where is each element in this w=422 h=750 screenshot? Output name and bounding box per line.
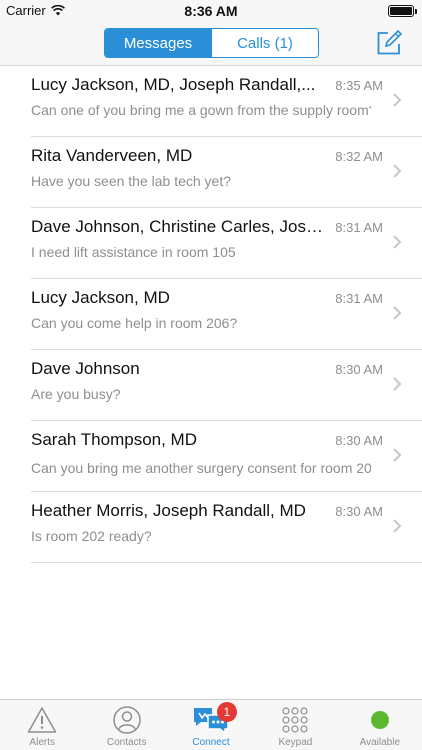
conversation-time: 8:31 AM [335,291,383,306]
conversation-preview: Is room 202 ready? [31,528,152,544]
tab-label: Keypad [278,737,313,748]
conversation-row[interactable]: Heather Morris, Joseph Randall, MD 8:30 … [31,492,422,563]
tab-label: Connect [192,737,230,748]
tab-bar: Alerts Contacts 1 Connect Keypad Availab… [0,699,422,750]
conversation-participants: Sarah Thompson, MD [31,430,197,449]
messages-calls-segmented-control: Messages Calls (1) [104,28,319,58]
tab-calls[interactable]: Calls (1) [211,29,318,57]
status-dot-icon [370,711,389,729]
chevron-right-icon [393,448,402,462]
tab-label: Available [359,737,401,748]
conversation-time: 8:32 AM [335,149,383,164]
conversation-preview: Can you bring me another surgery consent… [31,460,371,476]
conversation-preview: Can you come help in room 206? [31,315,238,331]
tab-connect[interactable]: 1 Connect [169,700,253,750]
conversation-row[interactable]: Rita Vanderveen, MD 8:32 AM Have you see… [31,137,422,208]
contact-person-icon [112,706,141,734]
conversation-preview: Are you busy? [31,386,121,402]
chevron-right-icon [393,377,402,391]
conversation-row[interactable]: Lucy Jackson, MD 8:31 AM Can you come he… [31,279,422,350]
tab-messages[interactable]: Messages [105,29,211,57]
conversation-participants: Rita Vanderveen, MD [31,146,193,165]
conversation-preview: I need lift assistance in room 105 [31,244,236,260]
conversation-participants: Dave Johnson, Christine Carles, Jose... [31,217,327,236]
conversation-participants: Heather Morris, Joseph Randall, MD [31,501,306,520]
conversation-list: Lucy Jackson, MD, Joseph Randall,... 8:3… [0,66,422,563]
compose-icon [377,29,403,55]
status-bar: Carrier 8:36 AM [0,0,422,22]
conversation-time: 8:30 AM [335,362,383,377]
conversation-row[interactable]: Dave Johnson 8:30 AM Are you busy? [31,350,422,421]
conversation-time: 8:30 AM [335,433,383,448]
conversation-row[interactable]: Sarah Thompson, MD 8:30 AM Can you bring… [31,421,422,492]
chevron-right-icon [393,235,402,249]
tab-contacts[interactable]: Contacts [84,700,168,750]
keypad-icon [282,707,309,733]
unread-badge: 1 [216,702,237,722]
conversation-row[interactable]: Lucy Jackson, MD, Joseph Randall,... 8:3… [31,66,422,137]
chevron-right-icon [393,93,402,107]
status-time: 8:36 AM [184,3,238,19]
navigation-bar: Messages Calls (1) [0,22,422,66]
conversation-preview: Can one of you bring me a gown from the … [31,102,371,118]
battery-icon [388,5,417,17]
chevron-right-icon [393,519,402,533]
conversation-participants: Lucy Jackson, MD [31,288,170,307]
conversation-time: 8:30 AM [335,504,383,519]
chevron-right-icon [393,306,402,320]
conversation-preview: Have you seen the lab tech yet? [31,173,232,189]
tab-label: Alerts [29,737,55,748]
chevron-right-icon [393,164,402,178]
alert-triangle-icon [27,707,57,733]
conversation-time: 8:31 AM [335,220,383,235]
compose-button[interactable] [376,29,403,56]
tab-available[interactable]: Available [338,700,422,750]
tab-alerts[interactable]: Alerts [0,700,84,750]
conversation-participants: Dave Johnson [31,359,140,378]
conversation-row[interactable]: Dave Johnson, Christine Carles, Jose... … [31,208,422,279]
tab-keypad[interactable]: Keypad [253,700,337,750]
conversation-participants: Lucy Jackson, MD, Joseph Randall,... [31,75,316,94]
conversation-time: 8:35 AM [335,78,383,93]
tab-label: Contacts [106,737,147,748]
